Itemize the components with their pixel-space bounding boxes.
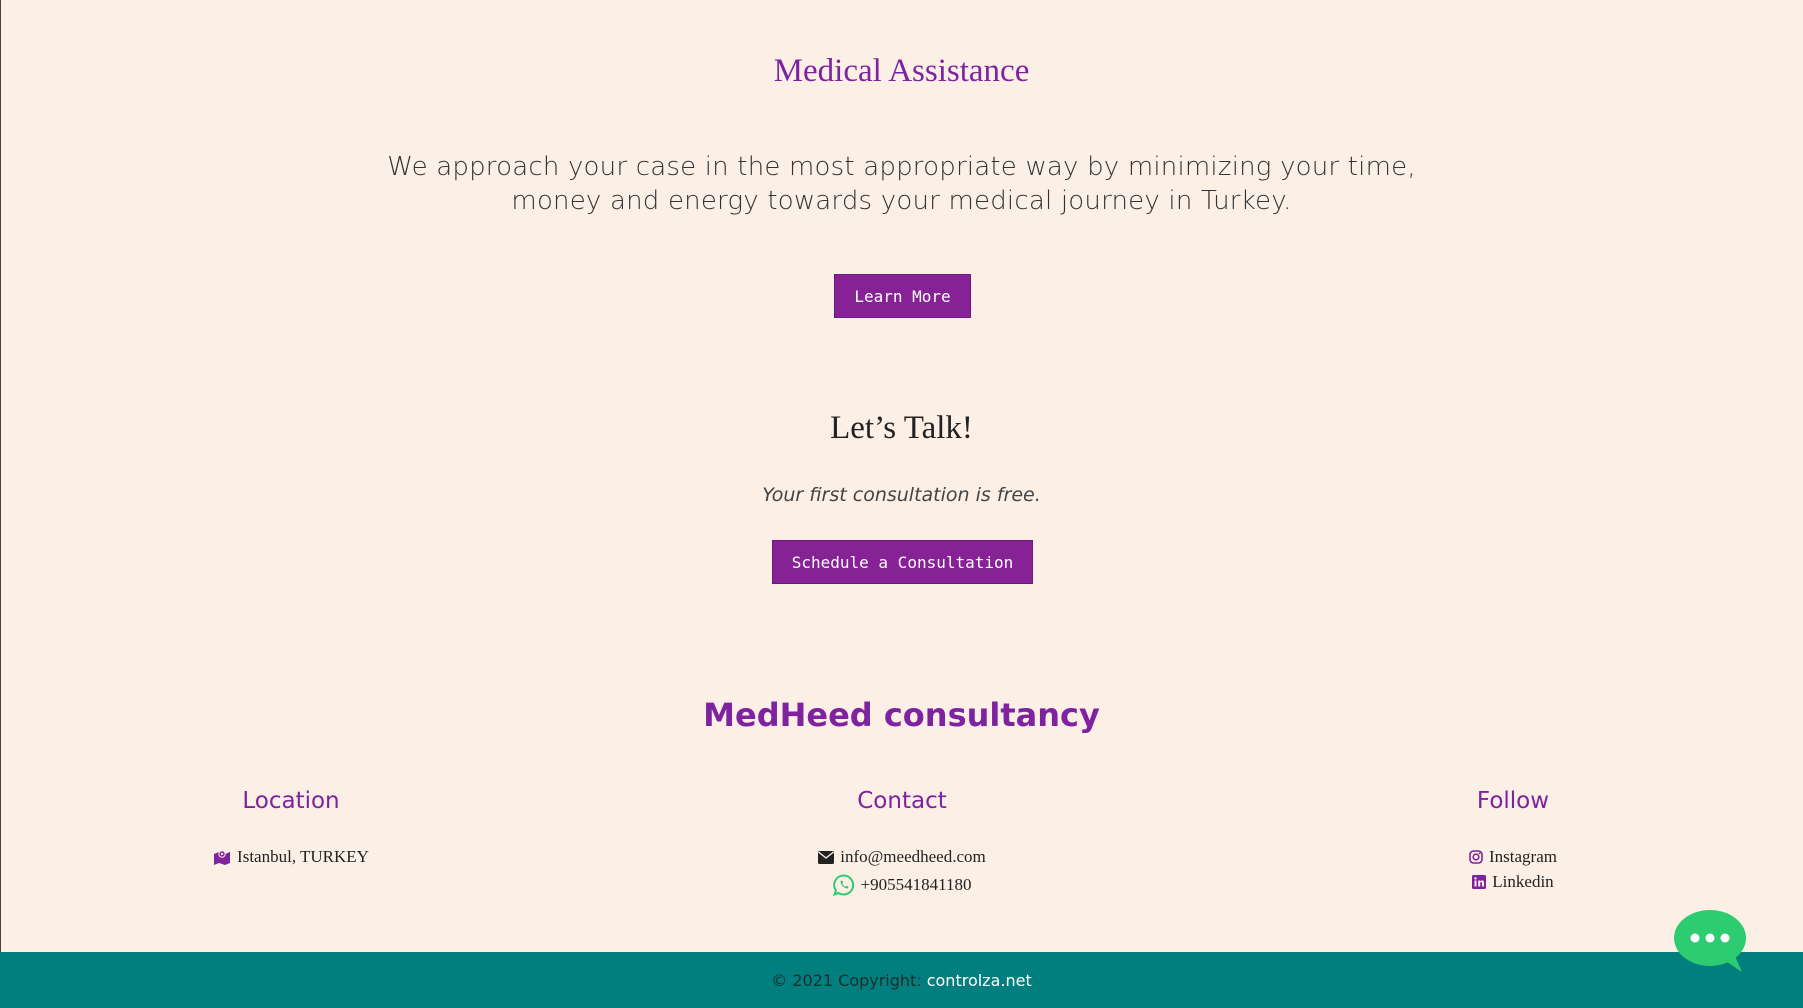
site-footer: © 2021 Copyright: controlza.net <box>0 952 1803 1008</box>
location-column: Location Istanbul, TURKEY <box>111 788 471 870</box>
follow-title: Follow <box>1476 788 1550 814</box>
page-left-border <box>0 0 1 952</box>
map-icon <box>213 849 231 865</box>
learn-more-button[interactable]: Learn More <box>834 274 971 318</box>
copyright-link[interactable]: controlza.net <box>927 971 1032 990</box>
email-line[interactable]: info@meedheed.com <box>722 844 1082 870</box>
medical-assistance-description: We approach your case in the most approp… <box>387 152 1416 216</box>
location-text: Istanbul, TURKEY <box>237 847 369 866</box>
linkedin-label[interactable]: Linkedin <box>1492 869 1553 894</box>
linkedin-icon <box>1472 874 1487 889</box>
instagram-icon <box>1469 849 1483 864</box>
chat-bubble-icon[interactable] <box>1672 908 1752 976</box>
brand-name: MedHeed consultancy <box>703 696 1100 734</box>
location-title: Location <box>242 788 340 814</box>
phone-line[interactable]: +905541841180 <box>722 872 1082 898</box>
linkedin-link[interactable]: Linkedin <box>1333 869 1693 894</box>
contact-title: Contact <box>857 788 947 814</box>
whatsapp-icon <box>832 874 855 896</box>
contact-column: Contact info@meedheed.com +905541841180 <box>722 788 1082 898</box>
medical-assistance-title: Medical Assistance <box>773 53 1030 89</box>
lets-talk-title: Let’s Talk! <box>830 410 973 446</box>
envelope-icon <box>818 850 835 864</box>
follow-column: Follow Instagram Linkedin <box>1333 788 1693 894</box>
lets-talk-subtitle: Your first consultation is free. <box>762 484 1041 506</box>
schedule-consultation-button[interactable]: Schedule a Consultation <box>772 540 1033 584</box>
email-text[interactable]: info@meedheed.com <box>840 844 985 870</box>
location-line: Istanbul, TURKEY <box>111 844 471 870</box>
phone-text[interactable]: +905541841180 <box>861 872 972 898</box>
instagram-label[interactable]: Instagram <box>1489 844 1557 869</box>
instagram-link[interactable]: Instagram <box>1333 844 1693 869</box>
copyright-text: © 2021 Copyright: <box>771 970 922 990</box>
